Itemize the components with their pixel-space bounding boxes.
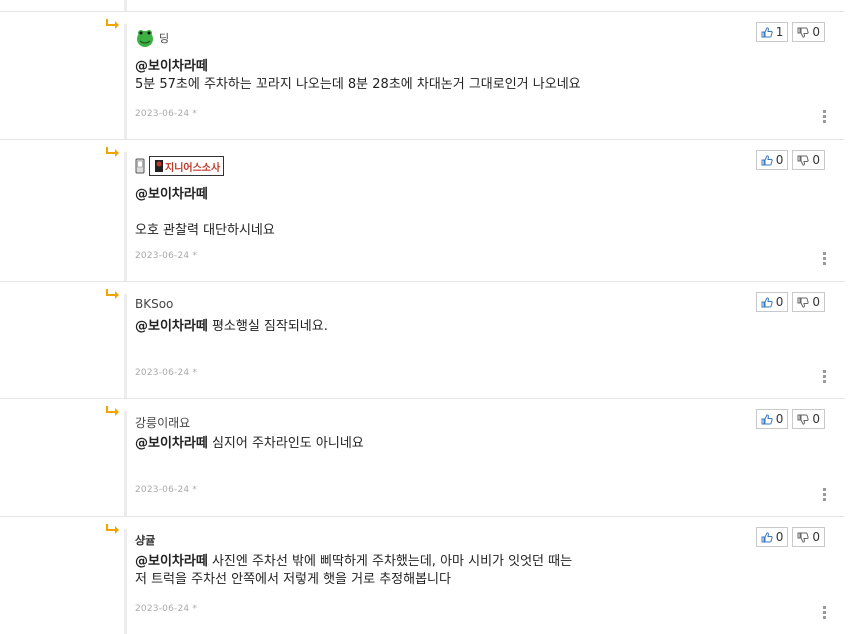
more-vertical-icon[interactable] — [823, 110, 826, 123]
comment-date: 2023-06-24 * — [135, 368, 198, 378]
comment-item: 딩 @보이차라떼 5분 57초에 주차하는 꼬라지 나오는데 8분 28초에 차… — [0, 11, 845, 140]
thumbs-up-icon — [761, 26, 773, 37]
thumbs-down-icon — [797, 532, 810, 543]
dislike-count: 0 — [812, 153, 820, 167]
mention[interactable]: @보이차라떼 — [135, 554, 208, 569]
like-count: 0 — [775, 295, 784, 309]
thread-line — [124, 411, 127, 517]
reply-arrow-icon — [106, 524, 119, 534]
comment-text: 사진엔 주차선 밖에 삐딱하게 주차했는데, 아마 시비가 잇엇던 때는 — [211, 554, 573, 569]
like-count: 0 — [775, 530, 784, 544]
reply-arrow-icon — [106, 147, 119, 157]
like-count: 0 — [775, 412, 784, 426]
dislike-button[interactable]: 0 — [792, 292, 825, 312]
author-name: 지니어스소사 — [165, 162, 221, 174]
author-line: 지니어스소사 — [135, 156, 225, 176]
author-name[interactable]: 샹귤 — [135, 532, 155, 548]
comment-item: 강릉이래요 @보이차라떼 심지어 주차라인도 아니네요 2023-06-24 *… — [0, 398, 845, 517]
comment-text: 평소행실 짐작되네요. — [211, 319, 328, 334]
dislike-count: 0 — [812, 530, 820, 544]
thumbs-up-icon — [761, 154, 773, 165]
comment-body: @보이차라떼 심지어 주차라인도 아니네요 — [135, 435, 775, 453]
frog-avatar-icon — [137, 30, 153, 47]
comment-text: 심지어 주차라인도 아니네요 — [211, 436, 364, 451]
more-vertical-icon[interactable] — [823, 252, 826, 265]
thread-line — [124, 152, 127, 282]
comment-body: @보이차라떼 평소행실 짐작되네요. — [135, 318, 775, 336]
comment-body: @보이차라떼 — [135, 186, 775, 204]
comment-item: 지니어스소사 @보이차라떼 오호 관찰력 대단하시네요 2023-06-24 *… — [0, 139, 845, 282]
mention[interactable]: @보이차라떼 — [135, 436, 208, 451]
comment-body: @보이차라떼 — [135, 58, 775, 76]
more-vertical-icon[interactable] — [823, 606, 826, 619]
vote-group: 0 0 — [755, 150, 825, 170]
vote-group: 0 0 — [755, 292, 825, 312]
vote-group: 0 0 — [755, 409, 825, 429]
author-name-badge[interactable]: 지니어스소사 — [149, 156, 225, 176]
like-button[interactable]: 1 — [755, 22, 789, 42]
dislike-count: 0 — [812, 412, 820, 426]
like-button[interactable]: 0 — [755, 409, 789, 429]
comment-date: 2023-06-24 * — [135, 485, 198, 495]
like-button[interactable]: 0 — [755, 527, 789, 547]
thread-line — [124, 24, 127, 140]
like-count: 1 — [775, 25, 784, 39]
comment-text: 5분 57초에 주차하는 꼬라지 나오는데 8분 28초에 차대논거 그대로인거… — [135, 77, 581, 92]
like-button[interactable]: 0 — [755, 150, 789, 170]
comment-item: 샹귤 @보이차라떼 사진엔 주차선 밖에 삐딱하게 주차했는데, 아마 시비가 … — [0, 516, 845, 634]
comment-date: 2023-06-24 * — [135, 109, 198, 119]
author-name[interactable]: 강릉이래요 — [135, 414, 190, 431]
like-count: 0 — [775, 153, 784, 167]
thread-line — [124, 294, 127, 399]
thumbs-up-icon — [761, 296, 773, 307]
more-vertical-icon[interactable] — [823, 370, 826, 383]
vote-group: 1 0 — [755, 22, 825, 42]
reply-arrow-icon — [106, 19, 119, 29]
comment-date: 2023-06-24 * — [135, 251, 198, 261]
comment-date: 2023-06-24 * — [135, 604, 198, 614]
reply-arrow-icon — [106, 289, 119, 299]
comment-item: BKSoo @보이차라떼 평소행실 짐작되네요. 2023-06-24 * 0 … — [0, 281, 845, 399]
thumbs-down-icon — [797, 155, 810, 166]
vote-group: 0 0 — [755, 527, 825, 547]
character-avatar-icon — [155, 160, 163, 172]
thread-line — [124, 529, 127, 634]
thumbs-down-icon — [797, 414, 810, 425]
comment-list: 딩 @보이차라떼 5분 57초에 주차하는 꼬라지 나오는데 8분 28초에 차… — [0, 0, 867, 634]
mobile-phone-icon — [135, 158, 145, 174]
like-button[interactable]: 0 — [755, 292, 789, 312]
dislike-button[interactable]: 0 — [792, 527, 825, 547]
reply-arrow-icon — [106, 406, 119, 416]
thumbs-up-icon — [761, 413, 773, 424]
dislike-button[interactable]: 0 — [792, 150, 825, 170]
author-line: 딩 — [135, 28, 169, 48]
author-name[interactable]: 딩 — [159, 30, 169, 46]
mention[interactable]: @보이차라떼 — [135, 59, 208, 74]
more-vertical-icon[interactable] — [823, 488, 826, 501]
comment-text-line-2: 저 트럭을 주차선 안쪽에서 저렇게 햇을 거로 추정해봅니다 — [135, 572, 451, 587]
thumbs-down-icon — [797, 27, 810, 38]
thumbs-down-icon — [797, 297, 810, 308]
dislike-button[interactable]: 0 — [792, 22, 825, 42]
comment-text: 오호 관찰력 대단하시네요 — [135, 223, 275, 238]
dislike-count: 0 — [812, 25, 820, 39]
comment-body: @보이차라떼 사진엔 주차선 밖에 삐딱하게 주차했는데, 아마 시비가 잇엇던… — [135, 553, 775, 571]
author-name[interactable]: BKSoo — [135, 297, 173, 311]
mention[interactable]: @보이차라떼 — [135, 319, 208, 334]
thumbs-up-icon — [761, 531, 773, 542]
dislike-count: 0 — [812, 295, 820, 309]
mention[interactable]: @보이차라떼 — [135, 187, 208, 202]
dislike-button[interactable]: 0 — [792, 409, 825, 429]
